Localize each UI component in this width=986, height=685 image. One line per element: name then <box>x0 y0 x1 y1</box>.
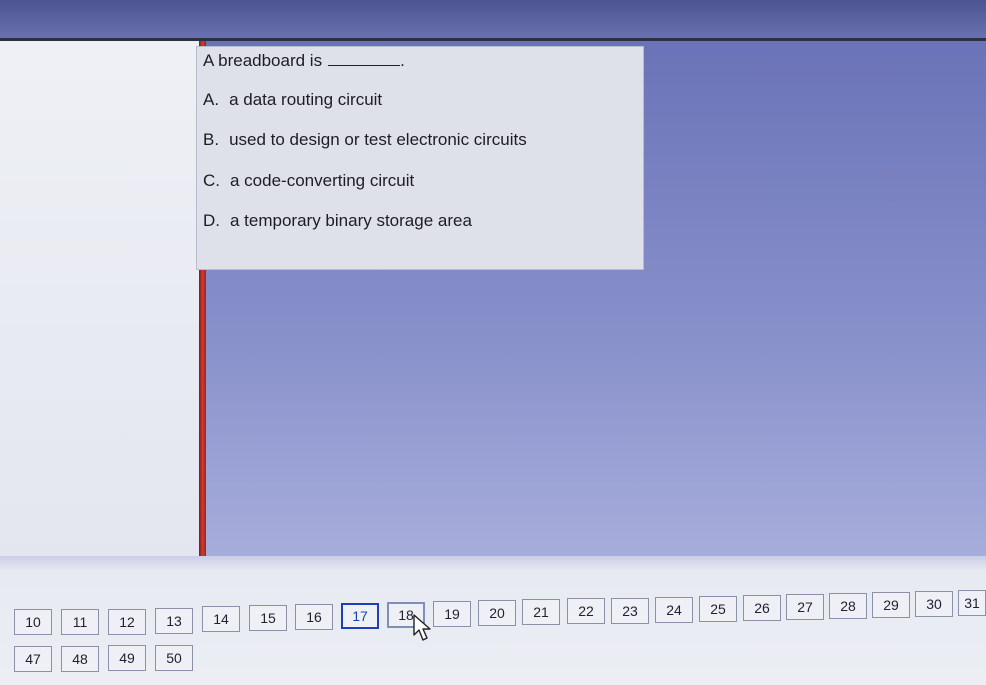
question-nav-button[interactable]: 15 <box>249 605 287 631</box>
question-nav-button[interactable]: 26 <box>743 595 781 621</box>
option-c-text: a code-converting circuit <box>230 171 415 190</box>
option-b[interactable]: B. used to design or test electronic circ… <box>203 130 527 150</box>
question-stem-text: A breadboard is <box>203 51 323 70</box>
question-nav-button[interactable]: 49 <box>108 645 146 671</box>
question-nav-button[interactable]: 21 <box>522 599 560 625</box>
question-nav-button[interactable]: 20 <box>478 600 516 626</box>
question-nav-button-current[interactable]: 17 <box>341 603 379 629</box>
question-nav-button[interactable]: 29 <box>872 592 910 618</box>
window-top-bar <box>0 0 986 40</box>
question-nav-button[interactable]: 47 <box>14 646 52 672</box>
option-a[interactable]: A. a data routing circuit <box>203 90 382 110</box>
question-nav-button[interactable]: 23 <box>611 598 649 624</box>
question-nav-button[interactable]: 10 <box>14 609 52 635</box>
question-nav-button[interactable]: 22 <box>567 598 605 624</box>
answer-blank <box>328 53 401 66</box>
question-nav-button[interactable]: 50 <box>155 645 193 671</box>
question-nav-button[interactable]: 25 <box>699 596 737 622</box>
question-nav-button[interactable]: 48 <box>61 646 99 672</box>
question-nav-button[interactable]: 13 <box>155 608 193 634</box>
question-nav-button[interactable]: 16 <box>295 604 333 630</box>
option-c-letter: C. <box>203 171 220 190</box>
question-nav-button[interactable]: 14 <box>202 606 240 632</box>
question-nav-button[interactable]: 11 <box>61 609 99 635</box>
question-nav-button[interactable]: 28 <box>829 593 867 619</box>
question-nav-button[interactable]: 31 <box>958 590 986 616</box>
question-panel: A breadboard is. A. a data routing circui… <box>196 46 644 270</box>
question-stem: A breadboard is. <box>203 51 405 71</box>
option-c[interactable]: C. a code-converting circuit <box>203 171 414 191</box>
option-d-letter: D. <box>203 211 220 230</box>
option-b-letter: B. <box>203 130 220 149</box>
question-stem-end: . <box>400 51 405 70</box>
option-a-letter: A. <box>203 90 220 109</box>
left-panel <box>0 41 200 573</box>
option-d[interactable]: D. a temporary binary storage area <box>203 211 472 231</box>
question-nav-button[interactable]: 27 <box>786 594 824 620</box>
option-d-text: a temporary binary storage area <box>230 211 472 230</box>
question-nav-button[interactable]: 30 <box>915 591 953 617</box>
question-nav-button[interactable]: 24 <box>655 597 693 623</box>
question-nav-button[interactable]: 12 <box>108 609 146 635</box>
mouse-pointer-icon <box>413 614 431 641</box>
question-nav-button[interactable]: 19 <box>433 601 471 627</box>
option-a-text: a data routing circuit <box>229 90 383 109</box>
option-b-text: used to design or test electronic circui… <box>229 130 527 149</box>
